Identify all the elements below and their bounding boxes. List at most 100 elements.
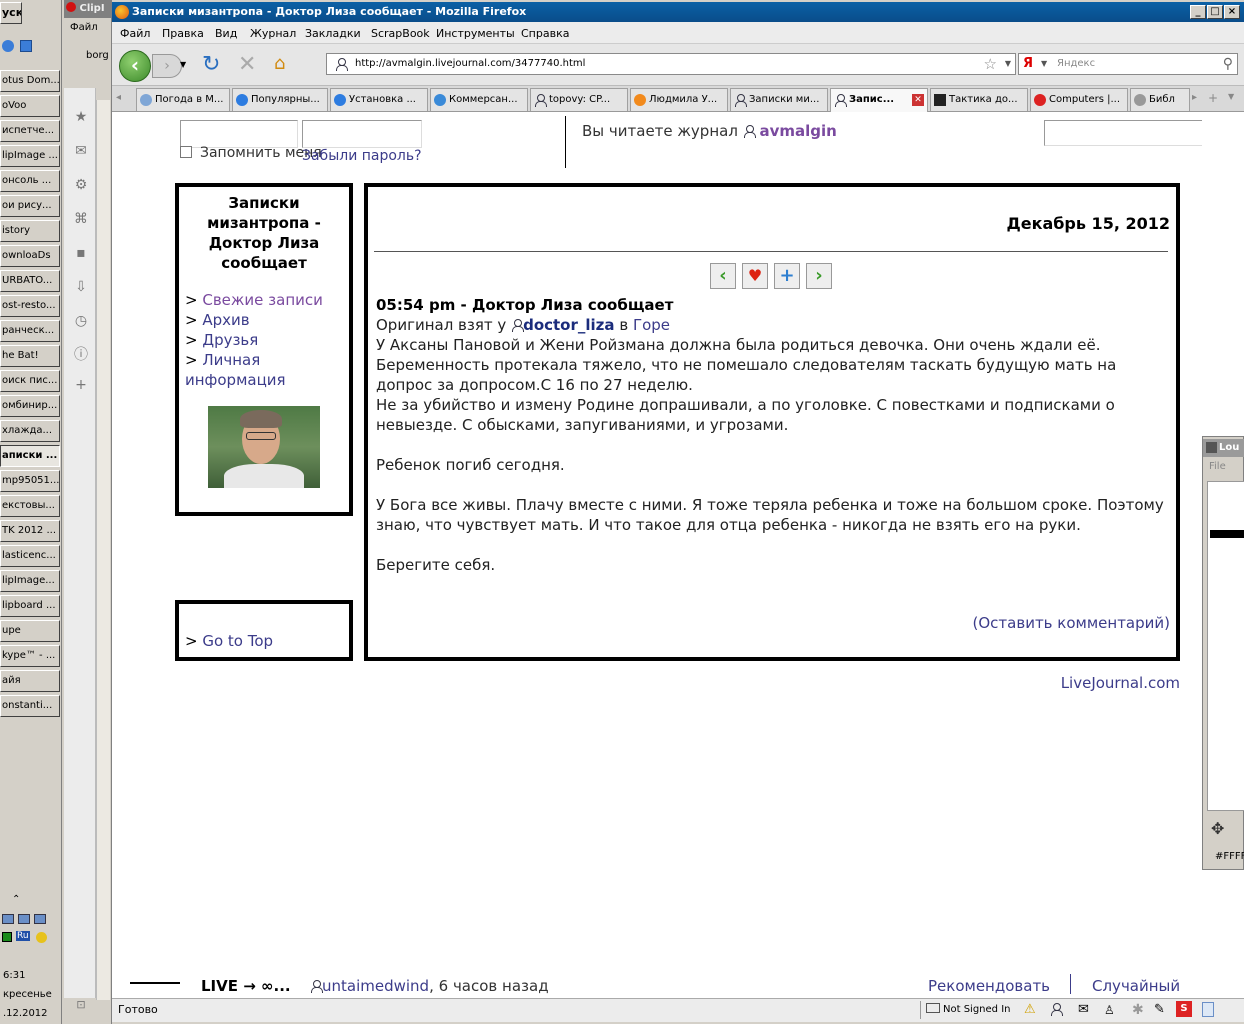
taskbar-item[interactable]: TK 2012 ... — [0, 520, 60, 542]
forward-button[interactable]: › — [152, 54, 182, 78]
taskbar-item[interactable]: oVoo — [0, 95, 60, 117]
network-icon-2[interactable] — [18, 914, 30, 924]
download-icon[interactable]: ⇩ — [72, 278, 90, 296]
taskbar-item[interactable]: ои рису... — [0, 195, 60, 217]
new-tab-icon[interactable]: + — [1208, 91, 1218, 105]
reload-icon[interactable]: ↻ — [202, 52, 220, 77]
search-bar[interactable]: Я ▼ Яндекс ⚲ — [1018, 53, 1238, 75]
go-to-top-link[interactable]: Go to Top — [202, 632, 273, 650]
leave-comment-link[interactable]: (Оставить комментарий) — [973, 613, 1170, 633]
side-window-menu-file[interactable]: File — [1209, 461, 1226, 472]
tab-zapiski-active[interactable]: Запис... ✕ — [830, 88, 928, 112]
collapse-sidebar-icon[interactable]: ⊡ — [72, 996, 90, 1014]
sync-status[interactable]: Not Signed In — [926, 999, 1010, 1021]
tab-topovy[interactable]: topovy: CP... — [530, 88, 628, 111]
menu-file[interactable]: Файл — [120, 27, 150, 40]
info-icon[interactable]: ⓘ — [72, 346, 90, 364]
nav-recent-link[interactable]: Свежие записи — [202, 291, 323, 309]
taskbar-item[interactable]: хлажда... — [0, 420, 60, 442]
url-bar[interactable]: http://avmalgin.livejournal.com/3477740.… — [326, 53, 1016, 75]
page-icon[interactable] — [1202, 1002, 1214, 1017]
taskbar-item[interactable]: екстовы... — [0, 495, 60, 517]
close-button[interactable]: × — [1224, 5, 1240, 19]
network-icon-3[interactable] — [34, 914, 46, 924]
site-identity-icon[interactable] — [335, 58, 348, 71]
notification-icon[interactable]: ♙ — [1104, 999, 1115, 1021]
url-dropdown-icon[interactable]: ▼ — [1005, 54, 1011, 74]
taskbar-item[interactable]: ost-resto... — [0, 295, 60, 317]
home-icon[interactable]: ⌂ — [274, 53, 285, 74]
taskbar-item[interactable]: lipImage ... — [0, 145, 60, 167]
tab-close-icon[interactable]: ✕ — [912, 94, 924, 106]
search-engine-dropdown-icon[interactable]: ▼ — [1041, 54, 1047, 74]
bookmark-star-icon[interactable]: ☆ — [984, 54, 997, 74]
gear-icon[interactable]: ⚙ — [72, 176, 90, 194]
taskbar-item[interactable]: lipboard ... — [0, 595, 60, 617]
taskbar-item[interactable]: айя — [0, 670, 60, 692]
lj-live-link[interactable]: LIVE → ∞... — [201, 976, 291, 996]
original-user-link[interactable]: doctor_liza — [523, 316, 614, 334]
taskbar-item[interactable]: испетче... — [0, 120, 60, 142]
menu-help[interactable]: Справка — [521, 27, 569, 40]
tab-list-icon[interactable]: ▼ — [1228, 92, 1234, 101]
remember-checkbox[interactable] — [180, 146, 192, 158]
taskbar-item[interactable]: mp95051... — [0, 470, 60, 492]
add-icon[interactable]: + — [72, 376, 90, 394]
taskbar-item[interactable]: upe — [0, 620, 60, 642]
tab-weather[interactable]: Погода в М... — [136, 88, 230, 111]
clip-scrollbar[interactable] — [96, 100, 110, 1000]
taskbar-item[interactable]: омбинир... — [0, 395, 60, 417]
monitor-icon[interactable] — [2, 932, 12, 942]
tab-install[interactable]: Установка ... — [330, 88, 428, 111]
tab-scroll-right-icon[interactable]: ▸ — [1192, 92, 1197, 103]
menu-history[interactable]: Журнал — [250, 27, 296, 40]
taskbar-item[interactable]: istory — [0, 220, 60, 242]
tab-zapiski-1[interactable]: Записки ми... — [730, 88, 828, 111]
tab-scroll-left-icon[interactable]: ◂ — [116, 92, 121, 103]
network-icon[interactable] — [2, 914, 14, 924]
tray-clock[interactable]: 6:31 кресенье .12.2012 — [0, 966, 62, 1023]
quick-launch-ie-icon[interactable] — [2, 40, 14, 52]
clock-icon[interactable]: ◷ — [72, 312, 90, 330]
livejournal-footer-link[interactable]: LiveJournal.com — [1061, 673, 1180, 693]
mail-icon[interactable]: ✉ — [72, 142, 90, 160]
taskbar-item[interactable]: ownloaDs — [0, 245, 60, 267]
search-journal-input[interactable] — [1044, 120, 1202, 146]
share-icon[interactable]: ⌘ — [72, 210, 90, 228]
quick-launch-desktop-icon[interactable] — [20, 40, 32, 52]
start-button[interactable]: уск — [0, 2, 22, 24]
tab-popular[interactable]: Популярны... — [232, 88, 328, 111]
search-icon[interactable]: ⚲ — [1223, 54, 1233, 74]
warning-icon[interactable]: ⚠ — [1024, 999, 1036, 1021]
tab-library[interactable]: Библ — [1130, 88, 1190, 111]
language-indicator[interactable]: Ru — [16, 931, 30, 941]
add-friend-plus-icon[interactable]: + — [774, 263, 800, 289]
live-user-link[interactable]: untaimedwind — [322, 977, 429, 995]
nav-info-link[interactable]: Личная информация — [185, 351, 286, 389]
userpic[interactable] — [208, 406, 320, 488]
taskbar-item[interactable]: lipImage... — [0, 570, 60, 592]
forgot-password-link[interactable]: Забыли пароль? — [302, 146, 422, 166]
prev-entry-icon[interactable]: ‹ — [710, 263, 736, 289]
mail-status-icon[interactable]: ✉ — [1078, 999, 1089, 1021]
tab-ludmila[interactable]: Людмила У... — [630, 88, 728, 111]
taskbar-scroll-up-icon[interactable]: ⌃ — [12, 894, 20, 905]
side-window-canvas[interactable] — [1207, 481, 1244, 811]
maximize-button[interactable]: □ — [1207, 5, 1223, 19]
recommend-link[interactable]: Рекомендовать — [928, 976, 1050, 996]
taskbar-item[interactable]: ранческ... — [0, 320, 60, 342]
back-button[interactable]: ‹ — [119, 50, 151, 82]
journal-user-link[interactable]: avmalgin — [759, 122, 836, 140]
taskbar-item[interactable]: онсоль ... — [0, 170, 60, 192]
taskbar-item[interactable]: he Bat! — [0, 345, 60, 367]
clip-list-item[interactable]: borg — [86, 50, 112, 61]
scrapbook-icon[interactable]: S — [1176, 1001, 1192, 1017]
menu-bookmarks[interactable]: Закладки — [305, 27, 361, 40]
taskbar-item[interactable]: оиск пис... — [0, 370, 60, 392]
tab-computers[interactable]: Computers |... — [1030, 88, 1128, 111]
tools-icon[interactable]: ✎ — [1154, 999, 1165, 1021]
taskbar-item[interactable]: onstanti... — [0, 695, 60, 717]
yandex-icon[interactable]: Я — [1023, 54, 1033, 74]
menu-edit[interactable]: Правка — [162, 27, 204, 40]
menu-view[interactable]: Вид — [215, 27, 237, 40]
